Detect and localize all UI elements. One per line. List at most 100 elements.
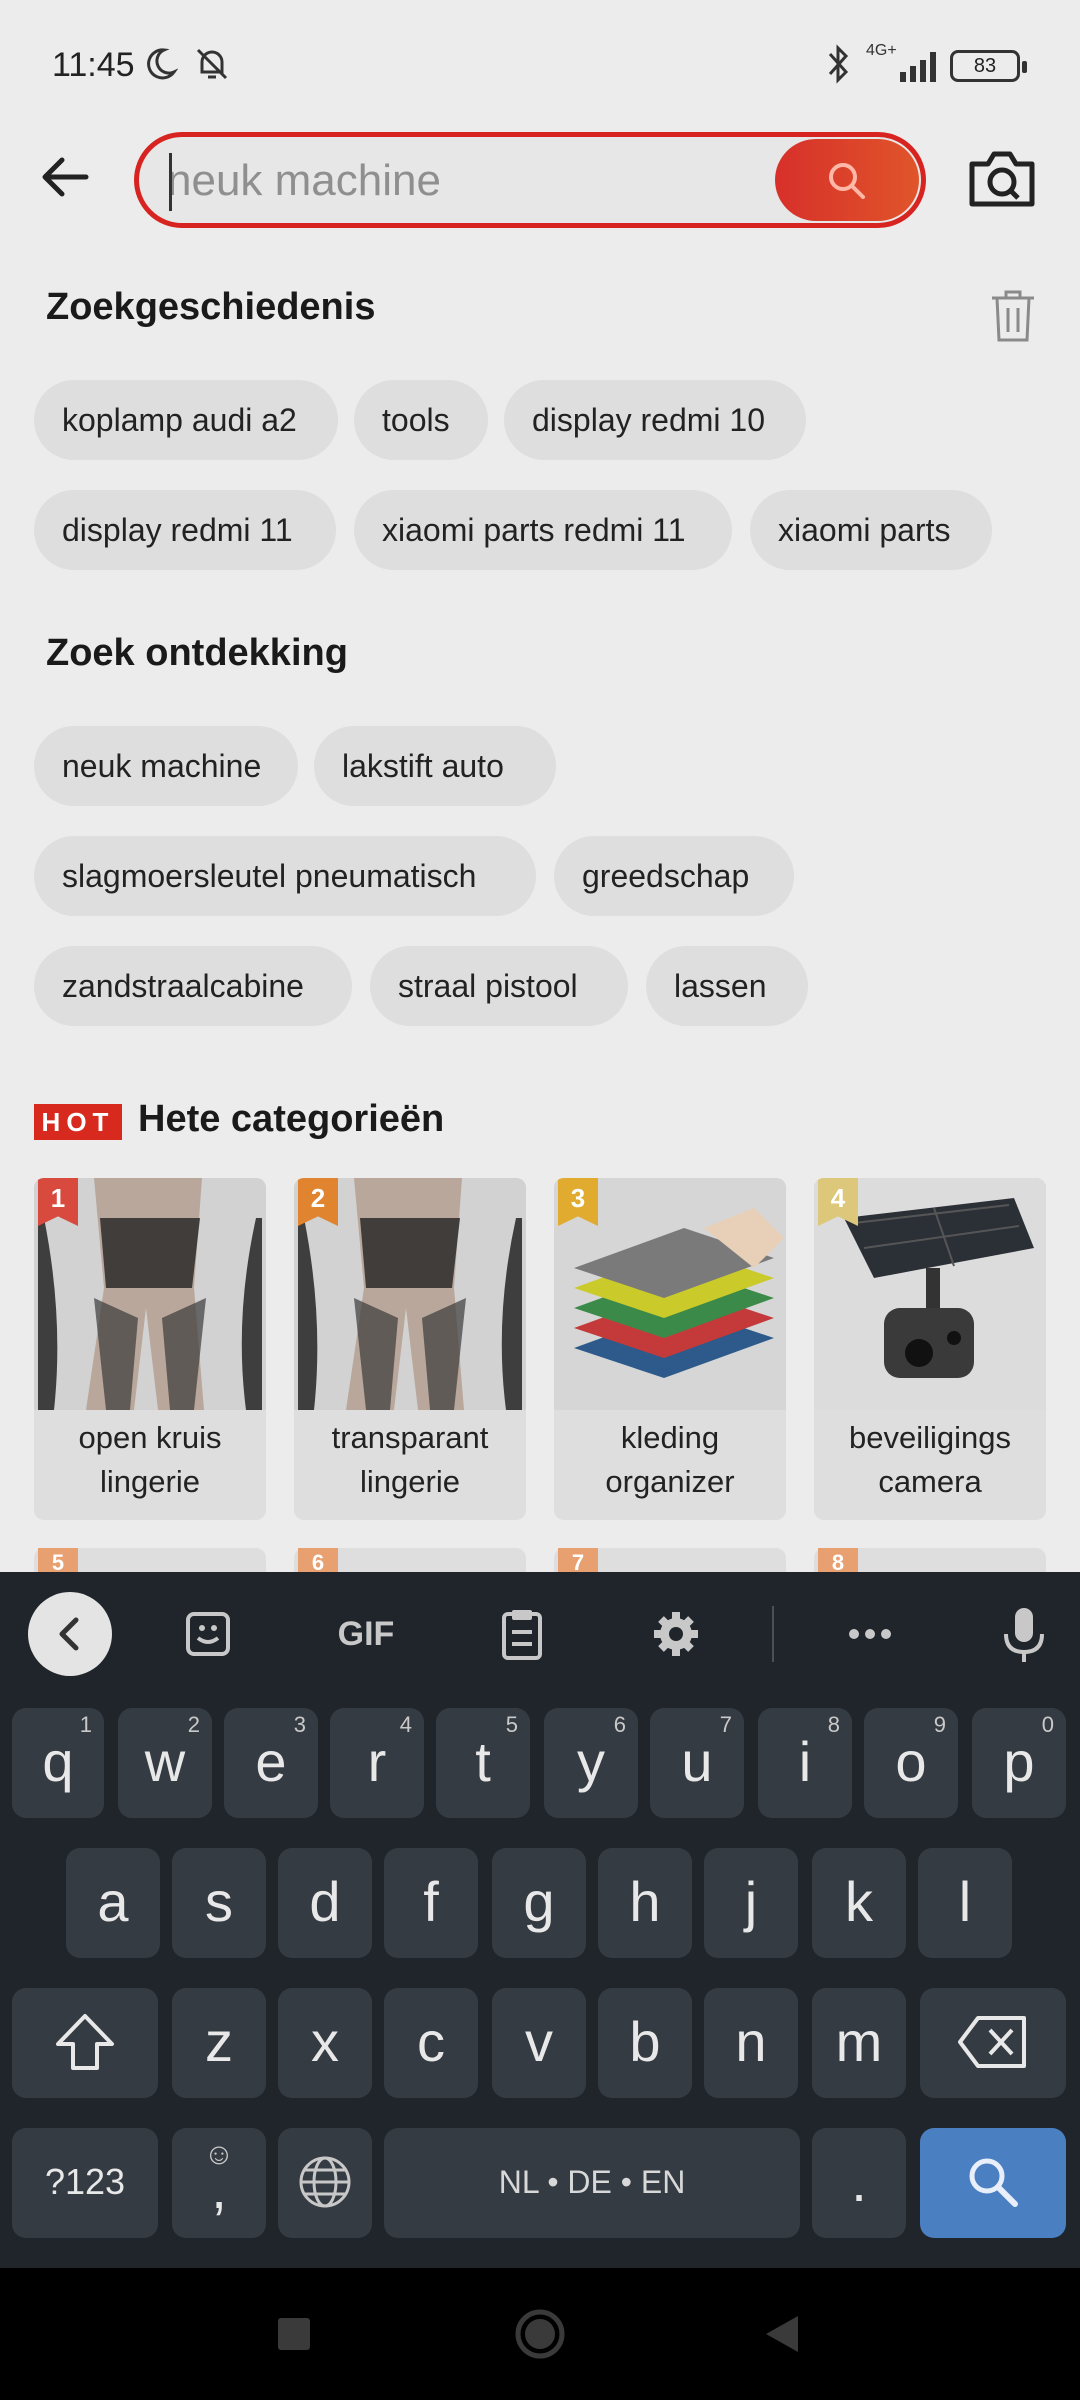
key-l[interactable]: l (918, 1848, 1012, 1958)
discovery-chip[interactable]: neuk machine (34, 726, 298, 806)
keyboard-search-key[interactable] (920, 2128, 1066, 2238)
bluetooth-icon (828, 44, 849, 84)
search-icon (829, 163, 865, 199)
category-card-partial[interactable]: 8 (814, 1548, 1046, 1575)
toolbar-collapse-button[interactable] (28, 1592, 112, 1676)
key-s[interactable]: s (172, 1848, 266, 1958)
shift-key[interactable] (12, 1988, 158, 2098)
home-icon[interactable] (514, 2308, 566, 2360)
category-card-partial[interactable]: 6 (294, 1548, 526, 1575)
globe-icon (299, 2156, 351, 2208)
recents-icon[interactable] (276, 2316, 312, 2352)
toolbar-divider (772, 1606, 774, 1662)
key-z[interactable]: z (172, 1988, 266, 2098)
history-chip[interactable]: display redmi 11 (34, 490, 336, 570)
category-label: open kruis lingerie (78, 1420, 222, 1499)
rank-badge: 7 (558, 1548, 598, 1575)
history-chip[interactable]: koplamp audi a2 (34, 380, 338, 460)
search-bar[interactable] (134, 132, 926, 228)
shift-arrow-icon (56, 2014, 114, 2070)
rank-badge: 6 (298, 1548, 338, 1575)
key-x[interactable]: x (278, 1988, 372, 2098)
key-g[interactable]: g (492, 1848, 586, 1958)
history-chip[interactable]: xiaomi parts redmi 11 (354, 490, 732, 570)
key-w[interactable]: w2 (118, 1708, 212, 1818)
category-card-partial[interactable]: 5 (34, 1548, 266, 1575)
key-n[interactable]: n (704, 1988, 798, 2098)
history-chip[interactable]: tools (354, 380, 488, 460)
category-card[interactable]: 2 transparant lingerie (294, 1178, 526, 1520)
key-b[interactable]: b (598, 1988, 692, 2098)
discovery-chip[interactable]: straal pistool (370, 946, 628, 1026)
backspace-icon (958, 2016, 1026, 2068)
key-e[interactable]: e3 (224, 1708, 318, 1818)
key-r[interactable]: r4 (330, 1708, 424, 1818)
search-button[interactable] (775, 139, 919, 221)
chevron-left-icon (59, 1617, 79, 1651)
key-f[interactable]: f (384, 1848, 478, 1958)
discovery-chip[interactable]: greedschap (554, 836, 794, 916)
gif-button[interactable]: GIF (326, 1592, 406, 1676)
camera-search-icon[interactable] (966, 148, 1038, 210)
category-card-partial[interactable]: 7 (554, 1548, 786, 1575)
category-card[interactable]: 4 beveiligings camera (814, 1178, 1046, 1520)
discovery-chip[interactable]: zandstraalcabine (34, 946, 352, 1026)
text-cursor (169, 153, 172, 211)
delete-history-icon[interactable] (988, 288, 1038, 344)
microphone-icon[interactable] (994, 1592, 1054, 1676)
discovery-title: Zoek ontdekking (46, 632, 348, 674)
key-c[interactable]: c (384, 1988, 478, 2098)
key-u[interactable]: u7 (650, 1708, 744, 1818)
history-title: Zoekgeschiedenis (46, 286, 376, 328)
category-label: kleding organizer (605, 1420, 735, 1499)
system-navigation-bar (0, 2268, 1080, 2400)
signal-icon (900, 52, 936, 82)
sticker-icon[interactable] (178, 1592, 242, 1676)
backspace-key[interactable] (920, 1988, 1066, 2098)
discovery-chip[interactable]: lakstift auto (314, 726, 556, 806)
soft-keyboard: GIF q1 w2 e3 r4 t5 y6 u7 i8 o9 p0 a s d … (0, 1572, 1080, 2268)
category-card[interactable]: 3 kleding organizer (554, 1178, 786, 1520)
discovery-chip[interactable]: lassen (646, 946, 808, 1026)
category-label: beveiligings camera (849, 1420, 1011, 1499)
status-time: 11:45 (52, 46, 135, 84)
search-input[interactable] (167, 149, 767, 213)
period-key[interactable]: . (812, 2128, 906, 2238)
key-d[interactable]: d (278, 1848, 372, 1958)
emoji-comma-key[interactable]: ☺ , (172, 2128, 266, 2238)
key-i[interactable]: i8 (758, 1708, 852, 1818)
key-t[interactable]: t5 (436, 1708, 530, 1818)
space-key[interactable]: NL • DE • EN (384, 2128, 800, 2238)
hot-categories-title: Hete categorieën (138, 1098, 445, 1140)
back-nav-icon[interactable] (762, 2314, 802, 2354)
hot-badge: HOT (34, 1104, 122, 1140)
do-not-disturb-icon (147, 48, 178, 80)
key-a[interactable]: a (66, 1848, 160, 1958)
discovery-chip[interactable]: slagmoersleutel pneumatisch (34, 836, 536, 916)
key-q[interactable]: q1 (12, 1708, 104, 1818)
network-type: 4G+ (866, 42, 897, 59)
rank-badge: 5 (38, 1548, 78, 1575)
gear-icon[interactable] (644, 1592, 708, 1676)
symbols-key[interactable]: ?123 (12, 2128, 158, 2238)
key-m[interactable]: m (812, 1988, 906, 2098)
back-arrow-icon[interactable] (38, 150, 92, 204)
key-y[interactable]: y6 (544, 1708, 638, 1818)
key-p[interactable]: p0 (972, 1708, 1066, 1818)
more-options-icon[interactable] (840, 1592, 900, 1676)
key-o[interactable]: o9 (864, 1708, 958, 1818)
category-card[interactable]: 1 open kruis lingerie (34, 1178, 266, 1520)
key-h[interactable]: h (598, 1848, 692, 1958)
key-v[interactable]: v (492, 1988, 586, 2098)
history-chip[interactable]: xiaomi parts (750, 490, 992, 570)
language-key[interactable] (278, 2128, 372, 2238)
search-icon (969, 2158, 1018, 2207)
battery-indicator: 83 (950, 50, 1027, 82)
clipboard-icon[interactable] (492, 1592, 552, 1676)
key-k[interactable]: k (812, 1848, 906, 1958)
status-bar: 11:45 4G+ 83 (0, 0, 1080, 130)
history-chip[interactable]: display redmi 10 (504, 380, 806, 460)
key-j[interactable]: j (704, 1848, 798, 1958)
muted-bell-icon (196, 48, 228, 80)
category-label: transparant lingerie (331, 1420, 489, 1499)
